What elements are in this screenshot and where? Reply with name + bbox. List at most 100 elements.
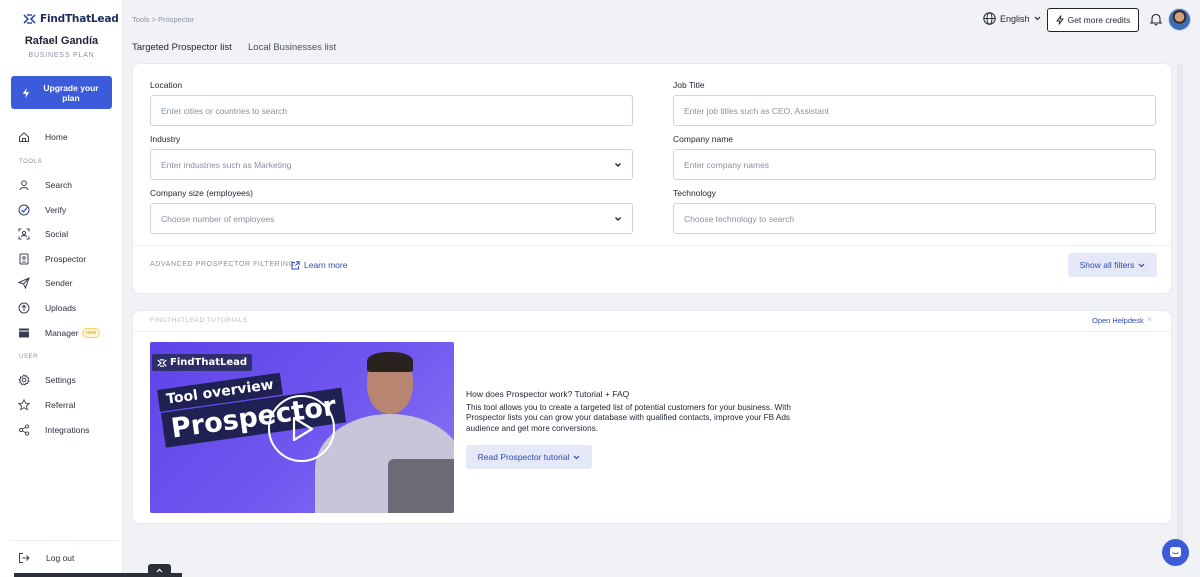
- sidebar-item-logout[interactable]: Log out: [0, 548, 122, 568]
- sidebar-item-uploads[interactable]: Uploads: [0, 298, 122, 318]
- sidebar-item-label: Search: [45, 180, 72, 190]
- chevron-down-icon: [615, 217, 621, 221]
- tutorials-divider: [133, 331, 1173, 332]
- sidebar-item-label: Prospector: [45, 254, 87, 264]
- findthatlead-logo-icon: [23, 14, 36, 24]
- avatar[interactable]: [1168, 8, 1191, 31]
- external-link-icon: [291, 260, 300, 269]
- tools-section-label: TOOLS: [19, 159, 43, 165]
- play-icon: [292, 416, 313, 441]
- new-badge: new: [82, 328, 101, 338]
- industry-placeholder: Enter industries such as Marketing: [161, 159, 292, 170]
- technology-input[interactable]: Choose technology to search: [673, 203, 1156, 234]
- sidebar-item-label: Manager: [45, 328, 79, 338]
- logout-icon: [19, 553, 30, 563]
- upgrade-plan-label: Upgrade your plan: [43, 82, 99, 103]
- collapse-toggle[interactable]: [148, 564, 171, 577]
- verify-icon: [18, 204, 30, 216]
- chat-icon: [1170, 547, 1181, 557]
- sidebar-item-sender[interactable]: Sender: [0, 273, 122, 293]
- learn-more-link[interactable]: Learn more: [291, 260, 347, 270]
- brand-logo[interactable]: FindThatLead: [23, 13, 119, 25]
- sidebar-item-social[interactable]: Social: [0, 224, 122, 244]
- sidebar-item-label: Uploads: [45, 303, 77, 313]
- tutorials-section-label: FINDTHATLEAD TUTORIALS: [150, 317, 248, 324]
- company-size-label: Company size (employees): [150, 188, 253, 198]
- search-icon: [19, 180, 29, 191]
- upload-icon: [18, 302, 30, 314]
- show-all-filters-label: Show all filters: [1079, 260, 1135, 270]
- show-all-filters-button[interactable]: Show all filters: [1068, 253, 1157, 277]
- read-tutorial-button[interactable]: Read Prospector tutorial: [466, 445, 592, 469]
- chevron-down-icon: [573, 455, 580, 459]
- learn-more-label: Learn more: [304, 260, 348, 270]
- sidebar-item-label: Sender: [45, 278, 73, 288]
- sidebar-item-label: Integrations: [45, 425, 90, 435]
- prospector-icon: [19, 253, 29, 265]
- sidebar-item-referral[interactable]: Referral: [0, 395, 122, 415]
- chevron-up-icon: [156, 568, 163, 573]
- tab-targeted-prospector-list[interactable]: Targeted Prospector list: [132, 42, 232, 53]
- open-helpdesk-link[interactable]: Open Helpdesk: [1092, 316, 1144, 325]
- advanced-filtering-label: ADVANCED PROSPECTOR FILTERING: [150, 261, 295, 268]
- upgrade-plan-button[interactable]: Upgrade your plan: [11, 76, 112, 109]
- language-label: English: [1000, 13, 1030, 24]
- sidebar-item-verify[interactable]: Verify: [0, 200, 122, 220]
- sidebar-item-label: Social: [45, 229, 69, 239]
- user-name: Rafael Gandía: [24, 35, 99, 47]
- play-button[interactable]: [268, 395, 335, 462]
- share-nodes-icon: [18, 424, 30, 436]
- industry-select[interactable]: Enter industries such as Marketing: [150, 149, 633, 180]
- paper-plane-icon: [18, 277, 30, 289]
- user-section-label: USER: [19, 354, 39, 360]
- location-label: Location: [150, 80, 183, 90]
- globe-icon: [983, 12, 996, 25]
- chevron-down-icon: [1138, 263, 1145, 267]
- sidebar-item-label: Referral: [45, 400, 76, 410]
- company-size-placeholder: Choose number of employees: [161, 213, 275, 224]
- chat-support-button[interactable]: [1162, 539, 1189, 566]
- scrollbar[interactable]: [1177, 63, 1183, 543]
- video-brand-logo: FindThatLead: [152, 354, 253, 371]
- language-selector[interactable]: English: [983, 12, 1041, 25]
- sidebar-item-settings[interactable]: Settings: [0, 370, 122, 390]
- job-title-input[interactable]: Enter job titles such as CEO, Assistant: [673, 95, 1156, 126]
- credits-label: Get more credits: [1067, 15, 1131, 25]
- close-tutorials-button[interactable]: ×: [1147, 314, 1152, 324]
- industry-label: Industry: [150, 134, 181, 144]
- sidebar-item-label: Home: [45, 132, 68, 142]
- get-more-credits-button[interactable]: Get more credits: [1047, 8, 1139, 32]
- findthatlead-logo-icon: [157, 358, 167, 367]
- sidebar-item-manager[interactable]: Manager new: [0, 323, 122, 343]
- sidebar: FindThatLead Rafael Gandía BUSINESS PLAN…: [0, 0, 123, 577]
- tab-local-businesses-list[interactable]: Local Businesses list: [248, 42, 336, 53]
- read-tutorial-label: Read Prospector tutorial: [477, 452, 570, 462]
- bolt-icon: [1055, 15, 1064, 25]
- sidebar-item-home[interactable]: Home: [0, 127, 122, 147]
- chevron-down-icon: [1034, 16, 1040, 21]
- bolt-icon: [22, 87, 30, 98]
- tutorial-video-thumbnail[interactable]: FindThatLead Tool overview Prospector: [150, 342, 454, 513]
- technology-label: Technology: [673, 188, 717, 198]
- filters-card: Location Enter cities or countries to se…: [132, 63, 1173, 294]
- sidebar-item-label: Settings: [45, 375, 76, 385]
- sidebar-item-label: Verify: [45, 205, 67, 215]
- sidebar-item-prospector[interactable]: Prospector: [0, 249, 122, 269]
- star-icon: [18, 399, 30, 411]
- company-size-select[interactable]: Choose number of employees: [150, 203, 633, 234]
- tutorial-title: How does Prospector work? Tutorial + FAQ: [466, 389, 630, 399]
- sidebar-item-search[interactable]: Search: [0, 175, 122, 195]
- sidebar-item-integrations[interactable]: Integrations: [0, 420, 122, 440]
- manager-icon: [19, 328, 29, 338]
- video-brand-name: FindThatLead: [170, 357, 248, 368]
- user-plan: BUSINESS PLAN: [28, 52, 95, 59]
- video-laptop: [388, 459, 454, 513]
- bell-icon[interactable]: [1149, 12, 1163, 26]
- sidebar-divider: [10, 540, 120, 541]
- home-icon: [19, 132, 29, 142]
- company-name-label: Company name: [673, 134, 734, 144]
- tutorials-card: FINDTHATLEAD TUTORIALS Open Helpdesk × F…: [132, 310, 1173, 524]
- company-name-input[interactable]: Enter company names: [673, 149, 1156, 180]
- location-input[interactable]: Enter cities or countries to search: [150, 95, 633, 126]
- social-icon: [18, 228, 30, 240]
